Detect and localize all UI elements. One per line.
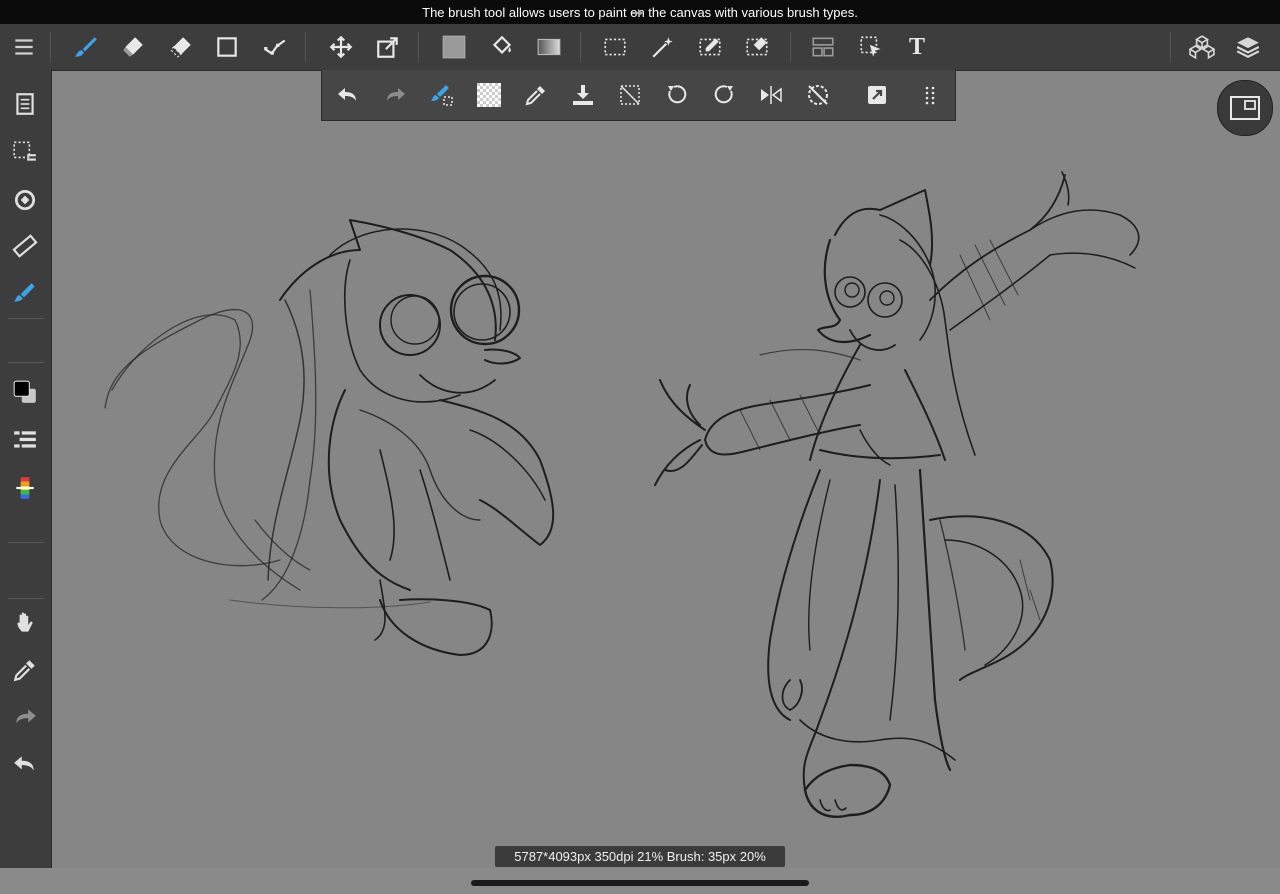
layers-icon[interactable]: [1232, 31, 1264, 63]
color-palette-icon[interactable]: [9, 472, 41, 504]
reset-rotation-icon[interactable]: [802, 79, 834, 111]
move-icon[interactable]: [325, 31, 357, 63]
flip-icon[interactable]: [755, 79, 787, 111]
quick-access-toolbar: [321, 70, 956, 121]
ruler-icon[interactable]: [9, 230, 41, 262]
color-swatch-icon[interactable]: [9, 376, 41, 408]
brush-icon[interactable]: [70, 31, 102, 63]
sketch-artwork: [104, 171, 1140, 818]
soft-eraser-icon[interactable]: [165, 31, 197, 63]
more-icon[interactable]: [914, 79, 946, 111]
canvas-info-readout: 5787*4093px 350dpi 21% Brush: 35px 20%: [495, 846, 785, 867]
select-eraser-icon[interactable]: [741, 31, 773, 63]
transparent-icon[interactable]: [473, 79, 505, 111]
gradient-icon[interactable]: [533, 31, 565, 63]
redo-icon[interactable]: [9, 701, 41, 733]
rotate-right-icon[interactable]: [708, 79, 740, 111]
lasso-icon[interactable]: [259, 31, 291, 63]
shape-icon[interactable]: [211, 31, 243, 63]
3d-icon[interactable]: [1186, 31, 1218, 63]
bucket-icon[interactable]: [486, 31, 518, 63]
snap-icon[interactable]: [861, 79, 893, 111]
cursor-icon: [632, 9, 643, 17]
fill-swatch-icon[interactable]: [438, 31, 470, 63]
eraser-icon[interactable]: [117, 31, 149, 63]
drawing-canvas[interactable]: [52, 71, 1280, 868]
eyedropper-icon[interactable]: [520, 79, 552, 111]
transform-icon[interactable]: [372, 31, 404, 63]
import-icon[interactable]: [567, 79, 599, 111]
hand-icon[interactable]: [9, 607, 41, 639]
select-pen-icon[interactable]: [694, 31, 726, 63]
magic-wand-icon[interactable]: [647, 31, 679, 63]
menu-icon[interactable]: [8, 31, 40, 63]
undo-icon[interactable]: [9, 748, 41, 780]
navigator-button[interactable]: [1217, 80, 1273, 136]
navigator-icon: [1230, 96, 1260, 120]
deselect-icon[interactable]: [614, 79, 646, 111]
home-indicator[interactable]: [471, 880, 809, 886]
undo-icon[interactable]: [332, 79, 364, 111]
panel-icon[interactable]: [807, 31, 839, 63]
rotate-canvas-icon[interactable]: [9, 184, 41, 216]
layer-list-icon[interactable]: [9, 424, 41, 456]
brush-settings-icon[interactable]: [9, 277, 41, 309]
marquee-icon[interactable]: [599, 31, 631, 63]
top-toolbar: T: [0, 24, 1280, 71]
pages-icon[interactable]: [9, 88, 41, 120]
redo-icon[interactable]: [379, 79, 411, 111]
left-sidebar: [0, 70, 52, 868]
select-layer-icon[interactable]: [855, 31, 887, 63]
text-icon[interactable]: T: [901, 31, 933, 63]
brush-swap-icon[interactable]: [426, 79, 458, 111]
eyedropper-icon[interactable]: [9, 654, 41, 686]
selection-list-icon[interactable]: [9, 136, 41, 168]
rotate-left-icon[interactable]: [661, 79, 693, 111]
